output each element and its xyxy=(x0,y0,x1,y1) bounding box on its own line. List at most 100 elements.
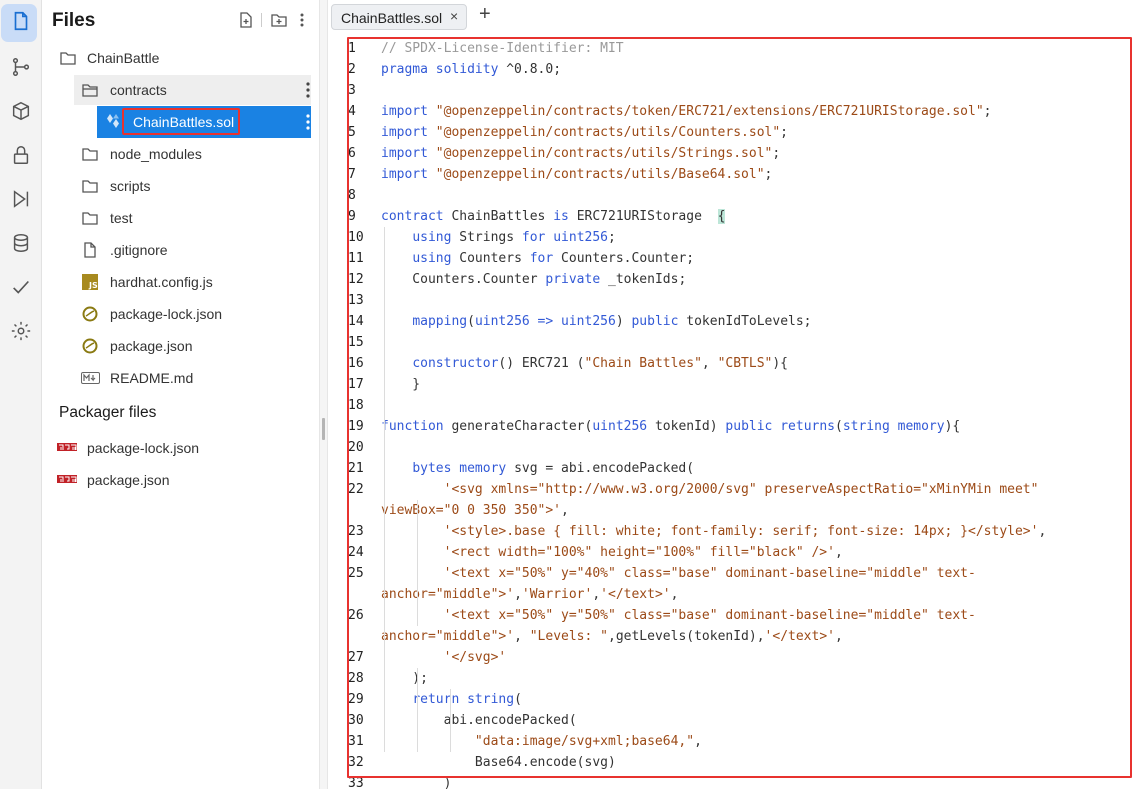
settings-gear-icon[interactable] xyxy=(0,312,42,350)
packager-item-package-lock[interactable]: package-lock.json xyxy=(43,433,319,463)
line-number: 1 xyxy=(348,41,356,56)
code-token: for xyxy=(521,230,554,245)
panel-resize-handle[interactable] xyxy=(319,0,328,789)
code-token: "CBTLS" xyxy=(717,356,773,371)
check-icon[interactable] xyxy=(0,268,42,306)
code-token: "@openzeppelin/contracts/utils/Base64.so… xyxy=(435,167,765,182)
more-options-icon[interactable] xyxy=(294,12,310,28)
tree-item-chainbattle[interactable]: ChainBattle xyxy=(43,43,319,73)
code-line: abi.encodePacked( xyxy=(381,710,577,731)
code-token: bytes memory xyxy=(412,461,515,476)
code-token: '</svg>' xyxy=(443,650,507,665)
code-token: ( xyxy=(467,314,475,329)
code-token: ){ xyxy=(772,356,789,371)
new-tab-button[interactable]: + xyxy=(479,3,491,26)
code-token: } xyxy=(381,377,421,392)
line-number: 20 xyxy=(348,440,364,455)
code-line: anchor="middle">','Warrior','</text>', xyxy=(381,584,678,605)
packager-item-package-json[interactable]: package.json xyxy=(43,465,319,495)
folder-icon xyxy=(82,212,98,225)
code-token: Counters xyxy=(459,251,530,266)
line-number: 13 xyxy=(348,293,364,308)
tree-item-scripts[interactable]: scripts xyxy=(43,171,319,201)
tab-chainbattles-sol[interactable]: ChainBattles.sol × xyxy=(331,4,467,30)
code-line: import "@openzeppelin/contracts/utils/St… xyxy=(381,143,780,164)
code-token: import xyxy=(381,167,436,182)
code-line: bytes memory svg = abi.encodePacked( xyxy=(381,458,694,479)
git-icon[interactable] xyxy=(0,48,42,86)
panel-title: Files xyxy=(52,10,96,31)
code-line: "data:image/svg+xml;base64,", xyxy=(381,731,702,752)
item-options-icon[interactable] xyxy=(305,113,311,131)
code-token: '<svg xmlns="http://www.w3.org/2000/svg"… xyxy=(443,482,1039,497)
run-icon[interactable] xyxy=(0,180,42,218)
code-line: ); xyxy=(381,668,428,689)
lock-icon[interactable] xyxy=(0,136,42,174)
file-explorer-icon[interactable] xyxy=(0,2,42,42)
new-file-icon[interactable] xyxy=(238,12,254,28)
code-line: pragma solidity ^0.8.0; xyxy=(381,59,561,80)
line-number: 17 xyxy=(348,377,364,392)
line-number: 22 xyxy=(348,482,364,497)
code-token: ); xyxy=(381,671,428,686)
code-token: pragma solidity xyxy=(381,62,507,77)
code-line: anchor="middle">', "Levels: ",getLevels(… xyxy=(381,626,843,647)
tree-item-hardhat-config[interactable]: JS hardhat.config.js xyxy=(43,267,319,297)
line-number: 9 xyxy=(348,209,356,224)
code-token: ; xyxy=(983,104,992,119)
line-number: 27 xyxy=(348,650,364,665)
line-number: 25 xyxy=(348,566,364,581)
code-token: uint256 xyxy=(592,419,655,434)
code-token: tokenId) xyxy=(654,419,726,434)
code-line: constructor() ERC721 ("Chain Battles", "… xyxy=(381,353,788,374)
line-number: 23 xyxy=(348,524,364,539)
item-options-icon[interactable] xyxy=(305,81,311,99)
package-icon[interactable] xyxy=(0,92,42,130)
code-token: ) xyxy=(381,776,452,789)
tree-item-contracts[interactable]: contracts xyxy=(43,75,319,105)
tree-item-node-modules[interactable]: node_modules xyxy=(43,139,319,169)
line-number: 14 xyxy=(348,314,364,329)
database-icon[interactable] xyxy=(0,224,42,262)
code-token: ; xyxy=(764,167,773,182)
packager-item-label: package.json xyxy=(87,472,170,488)
indent-guide xyxy=(417,668,418,752)
code-token: , xyxy=(592,587,601,602)
tree-item-readme[interactable]: README.md xyxy=(43,363,319,393)
tree-item-package-lock[interactable]: package-lock.json xyxy=(43,299,319,329)
line-number: 26 xyxy=(348,608,364,623)
code-token: string memory xyxy=(842,419,945,434)
indent-guide xyxy=(417,500,418,626)
tree-item-label: node_modules xyxy=(110,146,202,162)
close-icon[interactable]: × xyxy=(450,8,458,24)
code-token: contract xyxy=(381,209,452,224)
line-number: 31 xyxy=(348,734,364,749)
tree-item-test[interactable]: test xyxy=(43,203,319,233)
tree-item-label: package.json xyxy=(110,338,193,354)
code-line: return string( xyxy=(381,689,522,710)
code-token: , xyxy=(514,629,530,644)
new-folder-icon[interactable] xyxy=(271,12,287,28)
activity-bar xyxy=(0,0,42,789)
code-token: , xyxy=(670,587,679,602)
code-line: '<style>.base { fill: white; font-family… xyxy=(381,521,1047,542)
tree-item-label: contracts xyxy=(110,82,167,98)
folder-open-icon xyxy=(82,84,98,97)
tree-item-package-json[interactable]: package.json xyxy=(43,331,319,361)
line-number: 11 xyxy=(348,251,364,266)
line-number: 3 xyxy=(348,83,356,98)
folder-icon xyxy=(60,52,76,65)
code-token: "data:image/svg+xml;base64," xyxy=(474,734,695,749)
tree-item-gitignore[interactable]: .gitignore xyxy=(43,235,319,265)
code-token: , xyxy=(701,356,718,371)
code-token: '<text x="50%" y="50%" class="base" domi… xyxy=(443,608,976,623)
code-token: function xyxy=(381,419,452,434)
code-editor[interactable]: 1 2 3 4 5 6 7 8 9 10 11 12 13 14 15 16 17 18 19 20 21 22 23 24 2… xyxy=(340,34,1142,789)
code-token: { xyxy=(717,209,726,224)
code-token: 'Warrior' xyxy=(521,587,593,602)
tree-item-chainbattles-sol[interactable]: ChainBattles.sol xyxy=(43,106,319,138)
